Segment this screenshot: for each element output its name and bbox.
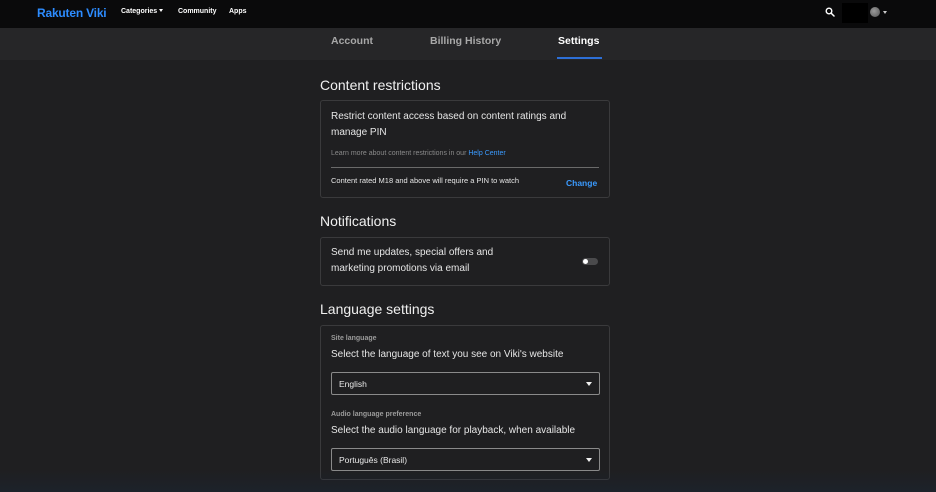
site-language-description: Select the language of text you see on V… [331,349,564,360]
logo[interactable]: Rakuten Viki [37,6,107,20]
content-restrictions-description-2: manage PIN [331,127,387,138]
change-pin-button[interactable]: Change [566,178,597,188]
top-nav: Rakuten Viki Categories Community Apps [0,0,936,28]
divider [331,167,599,168]
nav-categories-label: Categories [121,8,158,15]
notifications-text-1: Send me updates, special offers and [331,247,494,258]
language-settings-title: Language settings [320,301,435,317]
site-language-label: Site language [331,335,377,342]
bottom-gradient [0,470,936,492]
search-icon[interactable] [825,7,835,17]
nav-categories[interactable]: Categories [121,8,164,15]
settings-tabs: Account Billing History Settings [0,28,936,60]
language-settings-card: Site language Select the language of tex… [320,325,610,480]
logo-text-viki: Viki [86,6,107,20]
site-language-select[interactable]: English [331,372,600,395]
tab-billing-history[interactable]: Billing History [430,35,501,47]
tab-account[interactable]: Account [331,35,373,47]
nav-apps[interactable]: Apps [229,8,247,15]
active-tab-indicator [557,57,602,59]
chevron-down-icon [586,382,592,386]
content-restrictions-title: Content restrictions [320,77,441,93]
help-center-link[interactable]: Help Center [468,150,505,157]
content-restrictions-description-1: Restrict content access based on content… [331,111,567,122]
account-box [842,3,868,23]
pin-status-text: Content rated M18 and above will require… [331,176,520,185]
audio-language-description: Select the audio language for playback, … [331,425,576,436]
toggle-knob [583,259,588,264]
learn-more-label: Learn more about content restrictions in… [331,150,467,157]
content-restrictions-card: Restrict content access based on content… [320,100,610,198]
learn-more-text: Learn more about content restrictions in… [331,150,506,157]
avatar-chevron-down-icon[interactable] [883,11,887,14]
audio-language-label: Audio language preference [331,411,422,418]
email-promotions-toggle[interactable] [582,258,598,265]
notifications-title: Notifications [320,213,397,229]
tab-settings[interactable]: Settings [558,35,599,47]
nav-community[interactable]: Community [178,8,217,15]
notifications-text-2: marketing promotions via email [331,263,470,274]
notifications-card: Send me updates, special offers and mark… [320,237,610,286]
audio-language-select[interactable]: Português (Brasil) [331,448,600,471]
audio-language-value: Português (Brasil) [339,455,408,465]
chevron-down-icon [586,458,592,462]
logo-text-rakuten: Rakuten [37,6,83,20]
avatar[interactable] [870,7,880,17]
chevron-down-icon [159,9,164,12]
site-language-value: English [339,379,367,389]
